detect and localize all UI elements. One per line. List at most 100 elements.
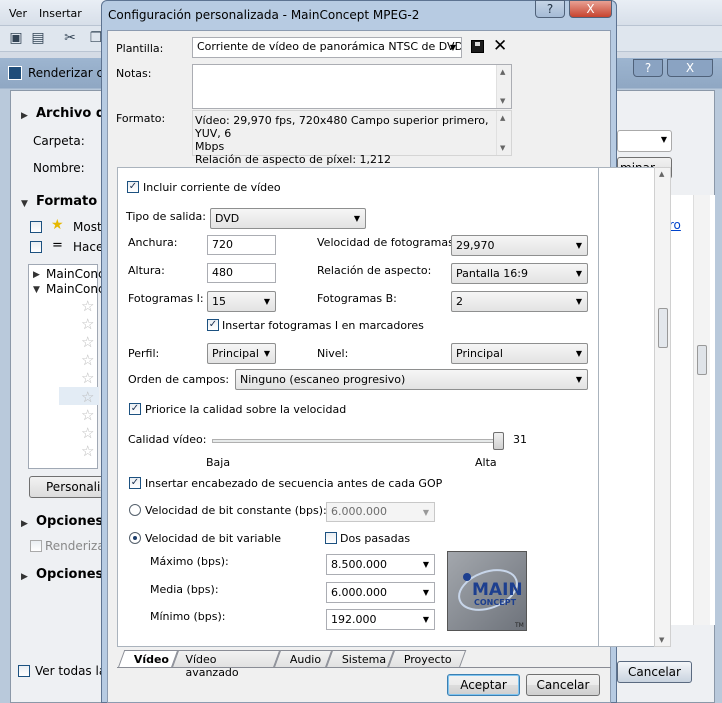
logo-tm: TM bbox=[515, 622, 524, 629]
delete-icon[interactable]: ✕ bbox=[493, 36, 507, 56]
star-icon[interactable]: ☆ bbox=[81, 351, 94, 369]
toolbar-icon[interactable]: ▣ bbox=[8, 30, 24, 46]
tab-label: Proyecto bbox=[403, 653, 452, 666]
formato-line: Mbps bbox=[195, 140, 225, 153]
star-icon[interactable]: ☆ bbox=[81, 369, 94, 387]
anchura-input[interactable]: 720 bbox=[207, 235, 276, 255]
perfil-value: Principal bbox=[212, 347, 259, 360]
fotogramas-i-select[interactable]: 15 ▼ bbox=[207, 291, 276, 312]
calidad-slider-track[interactable] bbox=[212, 439, 504, 443]
star-icon[interactable]: ☆ bbox=[81, 297, 94, 315]
notas-input[interactable] bbox=[192, 64, 512, 109]
tab-baseline bbox=[117, 667, 611, 668]
insertar-encabezado-checkbox[interactable]: ✓ bbox=[129, 477, 141, 489]
star-icon[interactable]: ☆ bbox=[81, 442, 94, 460]
template-tree[interactable]: ▶ MainConcep ▼ MainConcep ☆ ☆ ☆ ☆ ☆ ☆ ☆ … bbox=[28, 264, 120, 469]
expand-icon[interactable]: ▶ bbox=[21, 111, 28, 121]
scroll-down-icon[interactable]: ▼ bbox=[659, 636, 664, 644]
minimo-label: Mínimo (bps): bbox=[150, 610, 226, 623]
tab-video-avanzado[interactable]: Vídeo avanzado bbox=[171, 650, 281, 679]
insertar-encabezado-label: Insertar encabezado de secuencia antes d… bbox=[145, 477, 443, 490]
render-cancel-button[interactable]: Cancelar bbox=[617, 661, 692, 683]
calidad-slider-thumb[interactable] bbox=[493, 432, 504, 450]
star-icon[interactable]: ☆ bbox=[81, 333, 94, 351]
tab-audio[interactable]: Audio bbox=[273, 650, 333, 668]
tab-proyecto[interactable]: Proyecto bbox=[387, 650, 467, 668]
orden-campos-select[interactable]: Ninguno (escaneo progresivo) ▼ bbox=[235, 369, 588, 390]
velocidad-fotogramas-value: 29,970 bbox=[456, 239, 495, 252]
section-opciones-2: Opciones bbox=[36, 567, 104, 582]
relacion-aspecto-select[interactable]: Pantalla 16:9 ▼ bbox=[451, 263, 588, 284]
calidad-alta-label: Alta bbox=[475, 456, 497, 469]
fotogramas-b-select[interactable]: 2 ▼ bbox=[451, 291, 588, 312]
chevron-down-icon: ▼ bbox=[575, 349, 582, 358]
personalizar-button[interactable]: Personaliz bbox=[29, 476, 107, 498]
panel-fill bbox=[599, 167, 654, 647]
collapse-icon[interactable]: ▼ bbox=[33, 285, 40, 295]
render-help-button[interactable]: ? bbox=[633, 59, 663, 77]
perfil-select[interactable]: Principal ▼ bbox=[207, 343, 276, 364]
calidad-label: Calidad vídeo: bbox=[128, 433, 207, 446]
altura-input[interactable]: 480 bbox=[207, 263, 276, 283]
star-icon[interactable]: ☆ bbox=[81, 388, 94, 406]
formato-value: Vídeo: 29,970 fps, 720x480 Campo superio… bbox=[195, 114, 495, 166]
plantilla-label: Plantilla: bbox=[116, 42, 164, 55]
expand-icon[interactable]: ▶ bbox=[21, 572, 28, 582]
constante-value: 6.000.000 bbox=[331, 505, 387, 518]
priorice-checkbox[interactable]: ✓ bbox=[129, 403, 141, 415]
media-select[interactable]: 6.000.000 ▼ bbox=[326, 582, 435, 603]
plantilla-combo[interactable]: Corriente de vídeo de panorámica NTSC de… bbox=[192, 37, 462, 58]
collapse-icon[interactable]: ▼ bbox=[21, 199, 28, 209]
notas-scrollbar[interactable]: ▲ ▼ bbox=[496, 65, 511, 108]
constante-radio[interactable] bbox=[129, 504, 141, 516]
menu-insertar[interactable]: Insertar bbox=[39, 7, 82, 20]
chevron-down-icon: ▼ bbox=[575, 241, 582, 250]
formato-scrollbar[interactable]: ▲ ▼ bbox=[496, 111, 511, 155]
dialog-help-button[interactable]: ? bbox=[535, 0, 565, 18]
variable-radio[interactable] bbox=[129, 532, 141, 544]
scroll-thumb[interactable] bbox=[658, 308, 668, 348]
ver-todas-checkbox[interactable] bbox=[18, 665, 30, 677]
chevron-down-icon: ▼ bbox=[353, 214, 360, 223]
mostrar-checkbox[interactable] bbox=[30, 221, 42, 233]
render-close-button[interactable]: X bbox=[667, 59, 713, 77]
star-icon[interactable]: ☆ bbox=[81, 315, 94, 333]
save-icon[interactable] bbox=[471, 40, 484, 53]
star-icon[interactable]: ☆ bbox=[81, 406, 94, 424]
chevron-down-icon: ▼ bbox=[263, 297, 270, 306]
minimo-select[interactable]: 192.000 ▼ bbox=[326, 609, 435, 630]
nivel-select[interactable]: Principal ▼ bbox=[451, 343, 588, 364]
expand-icon[interactable]: ▶ bbox=[21, 519, 28, 529]
scroll-up-icon[interactable]: ▲ bbox=[659, 170, 664, 178]
aceptar-button[interactable]: Aceptar bbox=[447, 674, 520, 696]
star-icon[interactable]: ☆ bbox=[81, 424, 94, 442]
tab-sistema[interactable]: Sistema bbox=[325, 650, 395, 668]
insertar-fotogramas-i-checkbox[interactable]: ✓ bbox=[207, 319, 219, 331]
dos-pasadas-checkbox[interactable] bbox=[325, 532, 337, 544]
section-archivo: Archivo d bbox=[36, 106, 106, 121]
chevron-down-icon: ▼ bbox=[422, 508, 429, 517]
hacer-checkbox[interactable] bbox=[30, 241, 42, 253]
tab-video[interactable]: Vídeo bbox=[117, 650, 179, 668]
toolbar-icon[interactable]: ▤ bbox=[30, 30, 46, 46]
formato-box: Vídeo: 29,970 fps, 720x480 Campo superio… bbox=[192, 110, 512, 166]
formato-label: Formato: bbox=[116, 112, 166, 125]
right-scrollbar[interactable] bbox=[693, 195, 710, 625]
velocidad-fotogramas-select[interactable]: 29,970 ▼ bbox=[451, 235, 588, 256]
dialog-close-button[interactable]: X bbox=[569, 0, 612, 18]
cancelar-button[interactable]: Cancelar bbox=[526, 674, 600, 696]
maximo-select[interactable]: 8.500.000 ▼ bbox=[326, 554, 435, 575]
constante-select[interactable]: 6.000.000 ▼ bbox=[326, 502, 435, 522]
expand-icon[interactable]: ▶ bbox=[33, 270, 40, 280]
menu-ver[interactable]: Ver bbox=[9, 7, 27, 20]
chevron-down-icon: ▼ bbox=[575, 297, 582, 306]
renderizar-checkbox[interactable] bbox=[30, 540, 42, 552]
tipo-salida-value: DVD bbox=[215, 212, 240, 225]
calidad-baja-label: Baja bbox=[206, 456, 231, 469]
incluir-video-checkbox[interactable]: ✓ bbox=[127, 181, 139, 193]
tipo-salida-select[interactable]: DVD ▼ bbox=[210, 208, 366, 229]
cut-icon[interactable]: ✂ bbox=[62, 30, 78, 46]
formato-line: Vídeo: 29,970 fps, 720x480 Campo superio… bbox=[195, 114, 489, 140]
panel-scrollbar[interactable]: ▲ ▼ bbox=[654, 167, 671, 647]
folder-combo[interactable]: ▼ bbox=[617, 130, 672, 152]
